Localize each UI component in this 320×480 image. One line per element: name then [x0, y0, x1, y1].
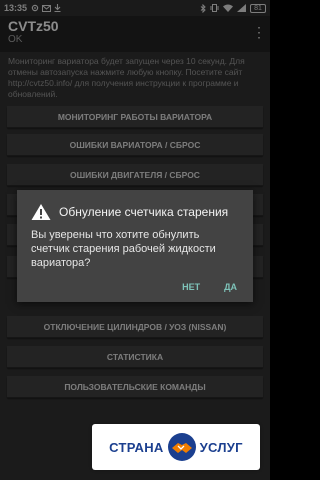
banner-word-right: УСЛУГ: [199, 439, 243, 455]
dialog-title: Обнуление счетчика старения: [59, 205, 229, 219]
banner-word-left: СТРАНА: [109, 439, 164, 455]
strana-uslug-banner[interactable]: СТРАНА УСЛУГ: [92, 424, 260, 470]
reset-aging-dialog: Обнуление счетчика старения Вы уверены ч…: [17, 190, 253, 302]
handshake-icon: [167, 433, 196, 461]
dialog-yes-button[interactable]: ДА: [216, 280, 245, 294]
dialog-message: Вы уверены что хотите обнулить счетчик с…: [31, 229, 216, 269]
dialog-no-button[interactable]: НЕТ: [174, 280, 208, 294]
warning-icon: [31, 204, 51, 220]
